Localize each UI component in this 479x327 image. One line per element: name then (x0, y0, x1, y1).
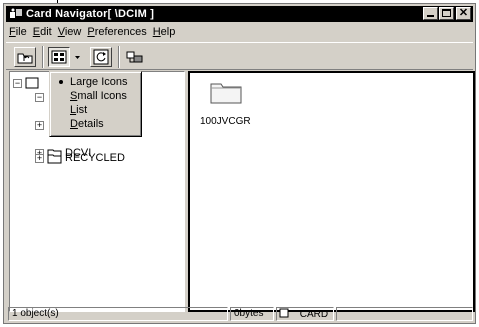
tree-node-dcim[interactable]: − (35, 90, 44, 104)
toolbar-separator (118, 46, 120, 68)
card-navigator-window: Card Navigator[ \DCIM ] ✕ File Edit View… (3, 3, 476, 324)
menu-bar: File Edit View Preferences Help (6, 24, 473, 41)
collapse-icon[interactable]: − (35, 92, 44, 102)
folder-icon (210, 83, 242, 104)
close-button[interactable]: ✕ (456, 7, 471, 20)
connect-icon (126, 51, 143, 63)
status-bar: 1 object(s) 0bytes CARD (6, 307, 473, 321)
status-empty (336, 307, 473, 321)
menu-option-list[interactable]: List (52, 103, 139, 117)
menu-preferences[interactable]: Preferences (84, 25, 149, 40)
list-item-100jvcgr[interactable]: 100JVCGR (200, 79, 252, 127)
maximize-icon (442, 9, 451, 17)
tree-item-recycled[interactable]: + RECYCLED (35, 151, 125, 165)
tree-root[interactable]: − (13, 76, 39, 90)
tree-item-label: RECYCLED (65, 152, 125, 164)
card-icon (279, 308, 289, 318)
menu-edit[interactable]: Edit (30, 25, 55, 40)
folder-icon (47, 154, 62, 163)
view-dropdown-button[interactable] (71, 47, 84, 67)
maximize-button[interactable] (439, 7, 454, 20)
selected-bullet-icon (59, 80, 63, 84)
status-object-count: 1 object(s) (8, 307, 228, 321)
expand-icon[interactable]: + (35, 120, 44, 130)
minimize-icon (427, 15, 434, 17)
up-folder-icon (17, 53, 33, 64)
file-list-pane[interactable]: 100JVCGR (188, 71, 475, 312)
up-folder-button[interactable] (14, 47, 36, 67)
close-icon: ✕ (458, 7, 469, 19)
menu-option-large-icons[interactable]: Large Icons (52, 75, 139, 89)
menu-help[interactable]: Help (150, 25, 179, 40)
menu-option-small-icons[interactable]: Small Icons (52, 89, 139, 103)
collapse-icon[interactable]: − (13, 78, 22, 88)
refresh-button[interactable] (90, 47, 112, 67)
view-mode-button[interactable] (48, 47, 70, 67)
refresh-icon (93, 49, 109, 65)
list-item-label: 100JVCGR (200, 116, 251, 127)
status-size: 0bytes (230, 307, 274, 321)
toolbar-separator (42, 46, 44, 68)
tree-node[interactable]: + (35, 118, 44, 132)
title-bar[interactable]: Card Navigator[ \DCIM ] ✕ (6, 6, 473, 22)
status-drive-label: CARD (299, 309, 329, 320)
connect-button[interactable] (124, 47, 146, 67)
menu-view[interactable]: View (55, 25, 85, 40)
app-icon (8, 7, 24, 21)
toolbar (6, 42, 473, 70)
expand-icon[interactable]: + (35, 153, 44, 163)
large-icons-view-icon (51, 50, 67, 64)
status-drive: CARD (276, 307, 334, 321)
menu-file[interactable]: File (6, 25, 30, 40)
minimize-button[interactable] (423, 7, 438, 20)
menu-option-details[interactable]: Details (52, 117, 139, 131)
dropdown-arrow-icon (75, 56, 80, 59)
view-mode-menu: Large Icons Small Icons List Details (49, 71, 142, 137)
drive-icon (25, 77, 39, 89)
window-title: Card Navigator[ \DCIM ] (26, 8, 155, 20)
